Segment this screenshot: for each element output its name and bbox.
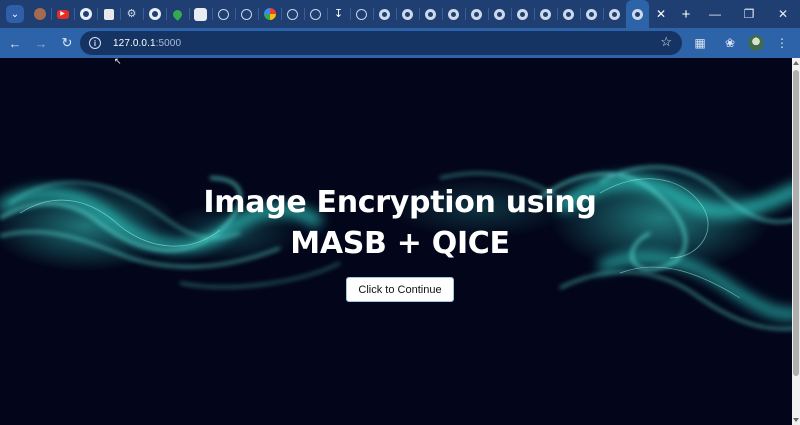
click-to-continue-button[interactable]: Click to Continue	[346, 277, 454, 302]
tab[interactable]	[350, 0, 373, 28]
youtube-icon: ▶	[56, 9, 69, 19]
chrome-icon	[517, 8, 528, 20]
scroll-down-arrow-icon[interactable]	[793, 418, 799, 422]
tab[interactable]	[258, 0, 281, 28]
title-line-2: MASB + QICE	[290, 226, 510, 261]
chrome-icon	[540, 8, 551, 20]
maps-icon	[171, 7, 184, 21]
url-text[interactable]: 127.0.0.1:5000	[113, 38, 181, 49]
chrome-icon	[609, 8, 620, 20]
hero-title: Image Encryption using MASB + QICE	[0, 182, 792, 264]
page-scrollbar[interactable]	[792, 58, 800, 425]
tab[interactable]	[465, 0, 488, 28]
tab[interactable]: ⚙	[120, 0, 143, 28]
browser-toolbar: ← → ↻ i 127.0.0.1:5000 ☆ ▦ ❀ ⋮	[0, 28, 800, 58]
tab[interactable]	[488, 0, 511, 28]
tab[interactable]	[511, 0, 534, 28]
reload-icon[interactable]: ↻	[55, 31, 79, 55]
tab[interactable]	[189, 0, 212, 28]
window-controls: — ❐ ✕	[698, 0, 800, 28]
address-bar[interactable]: i 127.0.0.1:5000 ☆	[80, 31, 682, 55]
tab[interactable]	[534, 0, 557, 28]
globe-icon	[241, 8, 252, 20]
scroll-thumb[interactable]	[793, 70, 799, 376]
tab[interactable]	[373, 0, 396, 28]
github-icon	[148, 8, 161, 20]
tab[interactable]	[603, 0, 626, 28]
tab[interactable]	[235, 0, 258, 28]
avatar-icon	[33, 8, 46, 20]
globe-icon	[287, 8, 298, 20]
tab[interactable]	[281, 0, 304, 28]
toolbar-actions: ▦ ❀ ⋮	[682, 31, 794, 55]
blank-page-icon	[194, 7, 207, 21]
tab[interactable]	[74, 0, 97, 28]
scroll-up-arrow-icon[interactable]	[793, 61, 799, 65]
chrome-icon	[563, 8, 574, 20]
restore-icon[interactable]: ❐	[732, 0, 766, 28]
profile-avatar-icon[interactable]	[748, 35, 764, 51]
chrome-icon	[471, 8, 482, 20]
tab[interactable]	[143, 0, 166, 28]
globe-icon	[218, 8, 229, 20]
globe-icon	[310, 8, 321, 20]
page-viewport: Image Encryption using MASB + QICE Click…	[0, 58, 792, 425]
extensions-puzzle-icon[interactable]: ▦	[688, 31, 712, 55]
bookmark-star-icon[interactable]: ☆	[660, 34, 672, 50]
tab-active[interactable]	[626, 0, 649, 28]
tab[interactable]	[419, 0, 442, 28]
leaf-extension-icon[interactable]: ❀	[718, 31, 742, 55]
url-host: 127.0.0.1	[113, 37, 156, 49]
tab[interactable]	[304, 0, 327, 28]
github-icon	[79, 8, 92, 20]
back-arrow-icon[interactable]: ←	[3, 31, 27, 55]
tab[interactable]: ↧	[327, 0, 350, 28]
forward-arrow-icon[interactable]: →	[29, 31, 53, 55]
tab-search-chevron-icon[interactable]: ⌄	[6, 5, 24, 23]
title-line-1: Image Encryption using	[203, 185, 597, 220]
gear-icon: ⚙	[126, 7, 137, 20]
chrome-icon	[425, 8, 436, 20]
tab[interactable]	[28, 0, 51, 28]
chrome-icon	[494, 8, 505, 20]
tab[interactable]	[396, 0, 419, 28]
close-window-icon[interactable]: ✕	[766, 0, 800, 28]
site-info-icon[interactable]: i	[89, 37, 101, 49]
tab-list: ▶ ⚙ ↧	[28, 0, 649, 28]
download-icon: ↧	[333, 7, 344, 20]
tab[interactable]	[97, 0, 120, 28]
tab[interactable]	[166, 0, 189, 28]
chrome-icon	[402, 8, 413, 20]
tab[interactable]	[442, 0, 465, 28]
globe-icon	[356, 8, 367, 20]
close-tab-icon[interactable]: ✕	[652, 5, 670, 23]
more-menu-icon[interactable]: ⋮	[770, 31, 794, 55]
tab[interactable]	[212, 0, 235, 28]
tab[interactable]	[557, 0, 580, 28]
minimize-icon[interactable]: —	[698, 0, 732, 28]
tab[interactable]: ▶	[51, 0, 74, 28]
chrome-icon	[586, 8, 597, 20]
google-icon	[263, 8, 276, 20]
new-tab-icon[interactable]: +	[678, 6, 694, 23]
tab-strip: ⌄ ▶ ⚙ ↧ ✕ + — ❐ ✕	[0, 0, 800, 28]
chrome-icon	[632, 8, 643, 20]
mouse-cursor-icon: ↖	[114, 56, 122, 66]
tab[interactable]	[580, 0, 603, 28]
url-port: :5000	[155, 37, 182, 49]
chrome-icon	[448, 8, 459, 20]
chrome-icon	[379, 8, 390, 20]
document-icon	[103, 8, 114, 20]
